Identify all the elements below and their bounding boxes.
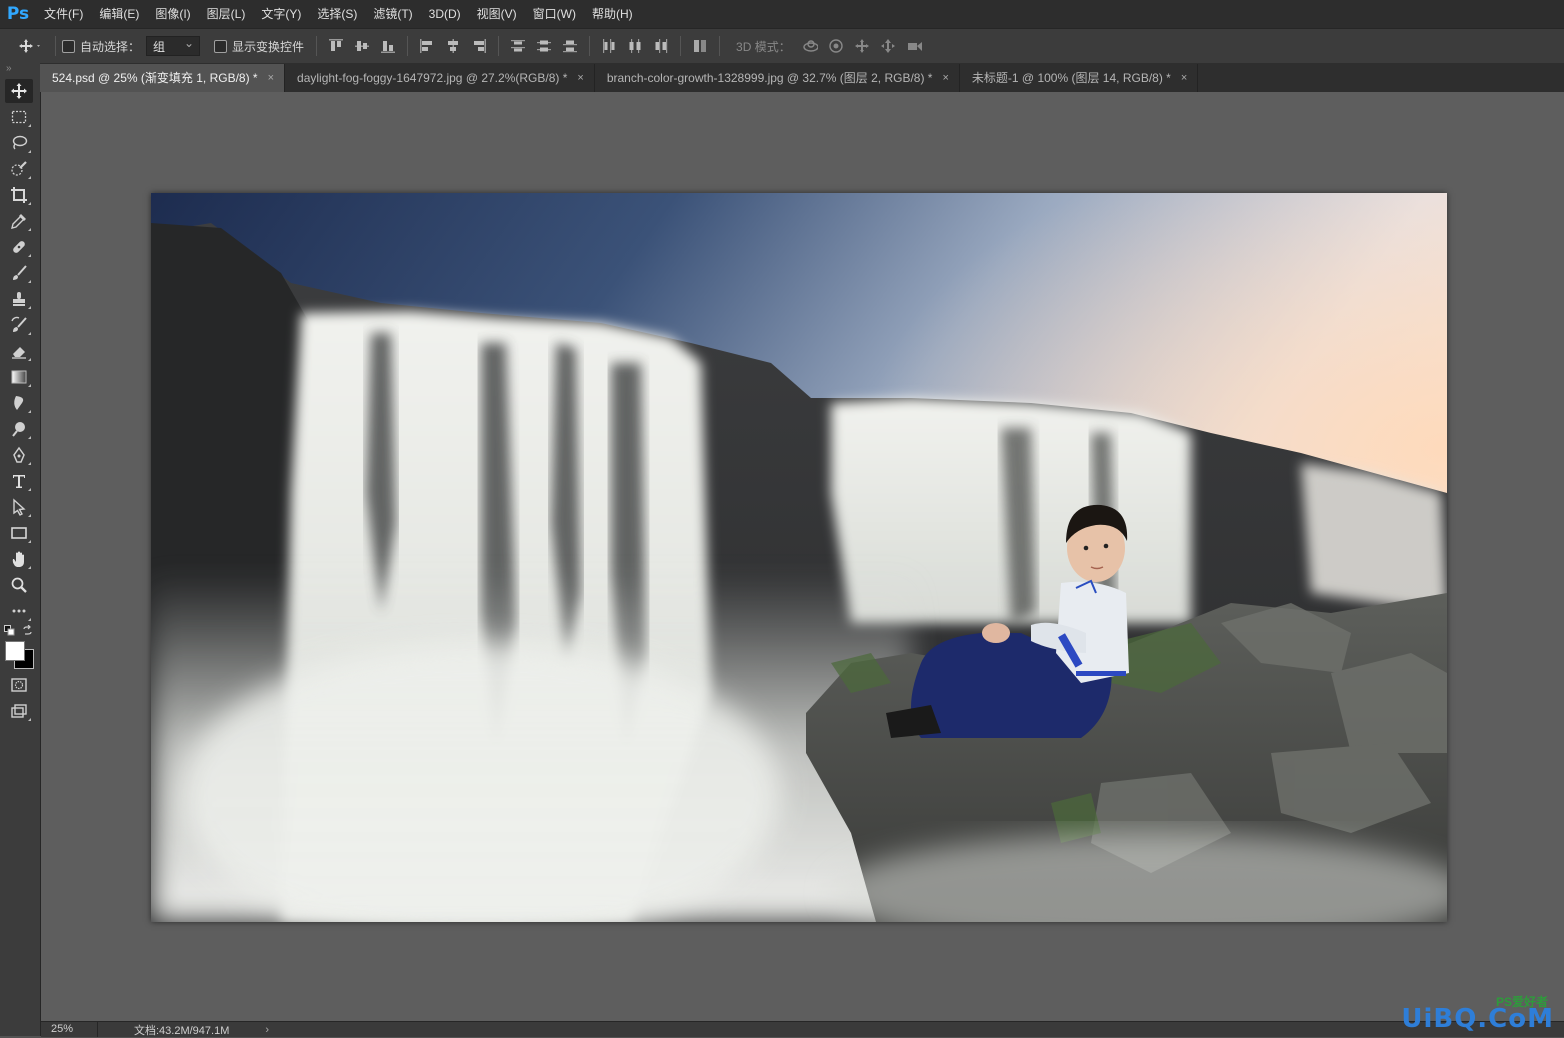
history-brush-tool-icon[interactable] xyxy=(5,313,33,337)
menu-help[interactable]: 帮助(H) xyxy=(584,0,641,28)
eraser-tool-icon[interactable] xyxy=(5,339,33,363)
3d-roll-icon[interactable] xyxy=(828,38,844,54)
hand-tool-icon[interactable] xyxy=(5,547,33,571)
brush-tool-icon[interactable] xyxy=(5,261,33,285)
distribute-left-icon[interactable] xyxy=(601,38,617,54)
align-bottom-icon[interactable] xyxy=(380,38,396,54)
3d-orbit-icon[interactable] xyxy=(802,38,818,54)
distribute-hcenter-icon[interactable] xyxy=(627,38,643,54)
menu-window[interactable]: 窗口(W) xyxy=(525,0,584,28)
auto-select-checkbox[interactable] xyxy=(62,39,75,53)
separator xyxy=(589,36,591,56)
align-vcenter-icon[interactable] xyxy=(354,38,370,54)
healing-brush-tool-icon[interactable] xyxy=(5,235,33,259)
menu-select[interactable]: 选择(S) xyxy=(309,0,365,28)
lasso-tool-icon[interactable] xyxy=(5,131,33,155)
quick-mask-icon[interactable] xyxy=(5,673,33,697)
tab-label: 524.psd @ 25% (渐变填充 1, RGB/8) * xyxy=(52,71,258,85)
default-colors-icon[interactable] xyxy=(4,625,15,636)
document-canvas[interactable] xyxy=(151,193,1447,922)
separator xyxy=(680,36,682,56)
menu-layer[interactable]: 图层(L) xyxy=(199,0,254,28)
status-bar: 25% 文档:43.2M/947.1M › xyxy=(41,1021,1564,1037)
status-menu-arrow[interactable]: › xyxy=(265,1024,269,1036)
distribute-top-icon[interactable] xyxy=(510,38,526,54)
show-transform-label: 显示变换控件 xyxy=(232,39,305,54)
3d-scale-icon[interactable] xyxy=(906,38,922,54)
screen-mode-icon[interactable] xyxy=(5,699,33,723)
color-swatches xyxy=(0,637,40,671)
color-swap-row xyxy=(0,625,40,637)
3d-mode-label: 3D 模式： xyxy=(736,39,791,54)
close-icon[interactable]: × xyxy=(268,64,274,92)
distribute-right-icon[interactable] xyxy=(653,38,669,54)
menu-type[interactable]: 文字(Y) xyxy=(253,0,309,28)
more-tools-icon[interactable] xyxy=(5,599,33,623)
3d-pan-icon[interactable] xyxy=(854,38,870,54)
photoshop-logo[interactable]: Ps xyxy=(0,0,36,28)
tab-label: branch-color-growth-1328999.jpg @ 32.7% … xyxy=(606,71,933,85)
marquee-tool-icon[interactable] xyxy=(5,105,33,129)
clone-stamp-tool-icon[interactable] xyxy=(5,287,33,311)
separator xyxy=(719,36,721,56)
menu-filter[interactable]: 滤镜(T) xyxy=(365,0,420,28)
gradient-tool-icon[interactable] xyxy=(5,365,33,389)
crop-tool-icon[interactable] xyxy=(5,183,33,207)
tab-daylight-fog[interactable]: daylight-fog-foggy-1647972.jpg @ 27.2%(R… xyxy=(285,64,595,92)
align-right-icon[interactable] xyxy=(471,38,487,54)
zoom-level[interactable]: 25% xyxy=(41,1022,98,1037)
separator xyxy=(498,36,500,56)
auto-align-icon[interactable] xyxy=(692,38,708,54)
separator xyxy=(316,36,318,56)
separator xyxy=(407,36,409,56)
rectangle-tool-icon[interactable] xyxy=(5,521,33,545)
panel-collapse-icon[interactable]: » xyxy=(0,63,40,77)
zoom-tool-icon[interactable] xyxy=(5,573,33,597)
options-bar: 自动选择： 组 显示变换控件 3D 模式： xyxy=(0,28,1564,64)
swap-colors-icon[interactable] xyxy=(22,625,33,636)
pen-tool-icon[interactable] xyxy=(5,443,33,467)
blur-tool-icon[interactable] xyxy=(5,391,33,415)
close-icon[interactable]: × xyxy=(577,64,583,92)
eyedropper-tool-icon[interactable] xyxy=(5,209,33,233)
dodge-tool-icon[interactable] xyxy=(5,417,33,441)
auto-select-dropdown[interactable]: 组 xyxy=(146,33,201,56)
tab-label: daylight-fog-foggy-1647972.jpg @ 27.2%(R… xyxy=(297,71,568,85)
align-left-icon[interactable] xyxy=(419,38,435,54)
watermark-logo: UiBQ.CoM xyxy=(1401,1004,1554,1034)
3d-slide-icon[interactable] xyxy=(880,38,896,54)
distribute-vcenter-icon[interactable] xyxy=(536,38,552,54)
tools-panel: » xyxy=(0,63,41,1036)
menu-edit[interactable]: 编辑(E) xyxy=(91,0,147,28)
document-info: 文档:43.2M/947.1M xyxy=(134,1024,230,1037)
distribute-bottom-icon[interactable] xyxy=(562,38,578,54)
tab-label: 未标题-1 @ 100% (图层 14, RGB/8) * xyxy=(971,71,1171,85)
auto-select-label: 自动选择： xyxy=(80,39,141,54)
type-tool-icon[interactable] xyxy=(5,469,33,493)
show-transform-checkbox[interactable] xyxy=(214,39,228,53)
align-hcenter-icon[interactable] xyxy=(445,38,461,54)
tab-branch-color[interactable]: branch-color-growth-1328999.jpg @ 32.7% … xyxy=(594,64,960,92)
menu-view[interactable]: 视图(V) xyxy=(469,0,525,28)
path-selection-tool-icon[interactable] xyxy=(5,495,33,519)
tab-untitled-1[interactable]: 未标题-1 @ 100% (图层 14, RGB/8) * × xyxy=(959,64,1199,92)
menu-bar: Ps 文件(F) 编辑(E) 图像(I) 图层(L) 文字(Y) 选择(S) 滤… xyxy=(0,0,1564,28)
canvas-workspace[interactable] xyxy=(41,92,1564,1021)
waterfall-composite-image xyxy=(151,193,1447,922)
separator xyxy=(55,36,56,56)
document-tabs: 524.psd @ 25% (渐变填充 1, RGB/8) * × daylig… xyxy=(40,63,1564,92)
move-tool-icon[interactable] xyxy=(5,79,33,103)
menu-image[interactable]: 图像(I) xyxy=(147,0,198,28)
menu-file[interactable]: 文件(F) xyxy=(36,0,91,28)
tab-524-psd[interactable]: 524.psd @ 25% (渐变填充 1, RGB/8) * × xyxy=(40,64,286,92)
align-top-icon[interactable] xyxy=(328,38,344,54)
foreground-color-swatch[interactable] xyxy=(5,641,25,661)
close-icon[interactable]: × xyxy=(942,64,948,92)
close-icon[interactable]: × xyxy=(1181,64,1187,92)
move-tool-preset-icon[interactable] xyxy=(18,38,44,54)
quick-select-tool-icon[interactable] xyxy=(5,157,33,181)
menu-3d[interactable]: 3D(D) xyxy=(421,0,469,28)
